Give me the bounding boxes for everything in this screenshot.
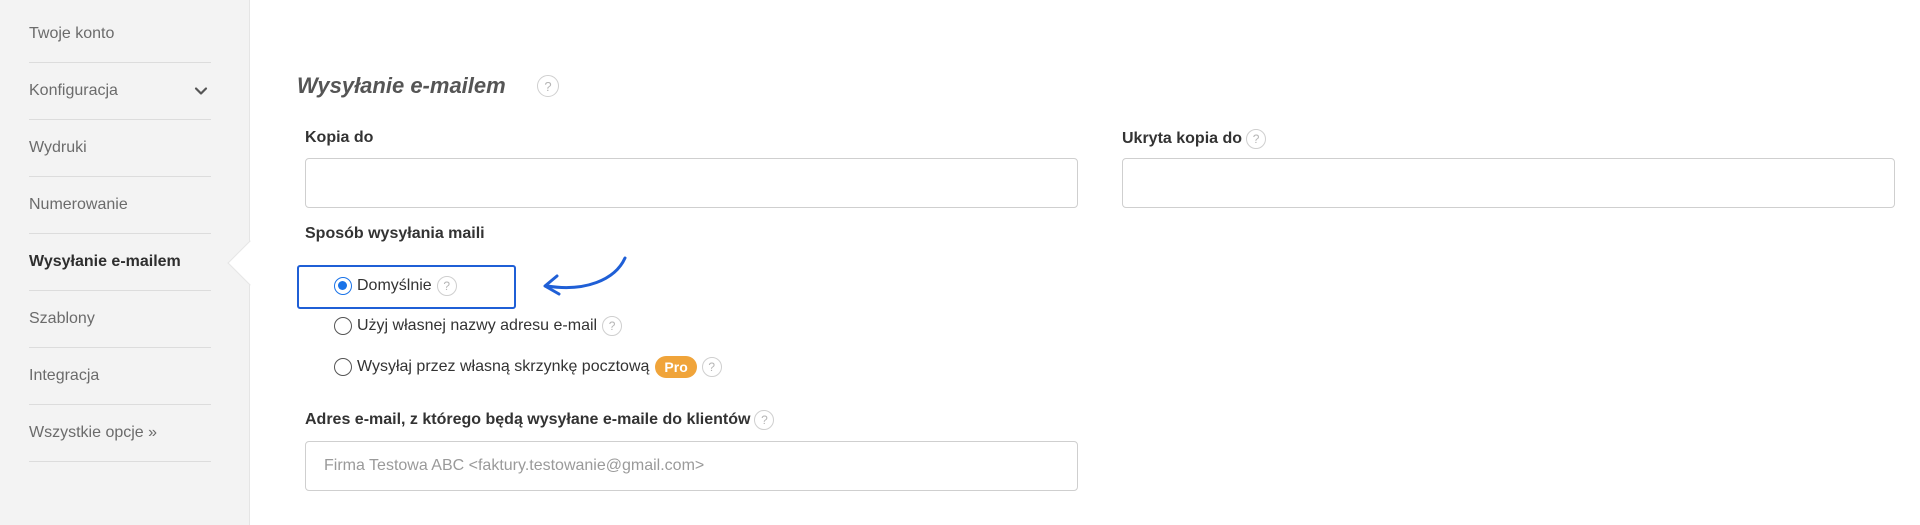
radio-option-wlasna-nazwa[interactable]: Użyj własnej nazwy adresu e-mail ? bbox=[334, 316, 623, 336]
settings-sidebar: Twoje konto Konfiguracja Wydruki Numerow… bbox=[0, 0, 250, 525]
arrow-annotation-icon bbox=[543, 256, 627, 296]
sidebar-item-konfiguracja[interactable]: Konfiguracja bbox=[29, 63, 211, 120]
sidebar-item-twoje-konto[interactable]: Twoje konto bbox=[29, 6, 211, 63]
radio-label: Wysyłaj przez własną skrzynkę pocztową bbox=[357, 358, 650, 375]
sidebar-item-label: Wydruki bbox=[29, 139, 87, 156]
bcc-label: Ukryta kopia do bbox=[1122, 130, 1243, 147]
help-icon[interactable]: ? bbox=[701, 357, 722, 377]
from-label-row: Adres e-mail, z którego będą wysyłane e-… bbox=[305, 410, 775, 430]
from-email-input[interactable]: Firma Testowa ABC <faktury.testowanie@gm… bbox=[305, 441, 1078, 491]
sidebar-item-label: Wysyłanie e-mailem bbox=[29, 253, 181, 270]
sidebar-item-wydruki[interactable]: Wydruki bbox=[29, 120, 211, 177]
page-title: Wysyłanie e-mailem bbox=[297, 73, 506, 98]
method-label: Sposób wysyłania maili bbox=[305, 225, 485, 242]
sidebar-item-label: Konfiguracja bbox=[29, 82, 118, 99]
main-content: Wysyłanie e-mailem ? Kopia do Ukryta kop… bbox=[251, 0, 1920, 525]
help-icon[interactable]: ? bbox=[754, 410, 775, 430]
pro-badge: Pro bbox=[655, 356, 697, 378]
sidebar-item-label: Numerowanie bbox=[29, 196, 128, 213]
radio-option-wlasna-skrzynka[interactable]: Wysyłaj przez własną skrzynkę pocztową P… bbox=[334, 356, 722, 378]
radio-button[interactable] bbox=[334, 317, 352, 335]
sidebar-item-label: Szablony bbox=[29, 310, 95, 327]
sidebar-item-wysylanie-e-mailem[interactable]: Wysyłanie e-mailem bbox=[29, 234, 211, 291]
sidebar-item-wszystkie-opcje[interactable]: Wszystkie opcje » bbox=[29, 405, 211, 462]
sidebar-item-numerowanie[interactable]: Numerowanie bbox=[29, 177, 211, 234]
raquo-icon: » bbox=[148, 424, 158, 441]
cc-label: Kopia do bbox=[305, 129, 374, 146]
help-icon[interactable]: ? bbox=[1246, 129, 1267, 149]
cc-input[interactable] bbox=[305, 158, 1078, 208]
chevron-down-icon[interactable] bbox=[193, 83, 209, 99]
radio-label: Domyślnie bbox=[357, 277, 432, 294]
radio-label: Użyj własnej nazwy adresu e-mail bbox=[357, 317, 598, 334]
radio-button[interactable] bbox=[334, 358, 352, 376]
radio-button[interactable] bbox=[334, 277, 352, 295]
sidebar-item-label: Wszystkie opcje » bbox=[29, 424, 158, 441]
sidebar-item-label: Twoje konto bbox=[29, 25, 115, 42]
help-icon[interactable]: ? bbox=[602, 316, 623, 336]
help-icon[interactable]: ? bbox=[537, 75, 559, 97]
bcc-input[interactable] bbox=[1122, 158, 1895, 208]
sidebar-item-integracja[interactable]: Integracja bbox=[29, 348, 211, 405]
help-icon[interactable]: ? bbox=[436, 276, 457, 296]
radio-option-domyslnie[interactable]: Domyślnie ? bbox=[334, 276, 457, 296]
sidebar-item-szablony[interactable]: Szablony bbox=[29, 291, 211, 348]
from-label: Adres e-mail, z którego będą wysyłane e-… bbox=[305, 411, 751, 428]
sidebar-item-label: Integracja bbox=[29, 367, 100, 384]
bcc-label-row: Ukryta kopia do ? bbox=[1122, 129, 1267, 149]
